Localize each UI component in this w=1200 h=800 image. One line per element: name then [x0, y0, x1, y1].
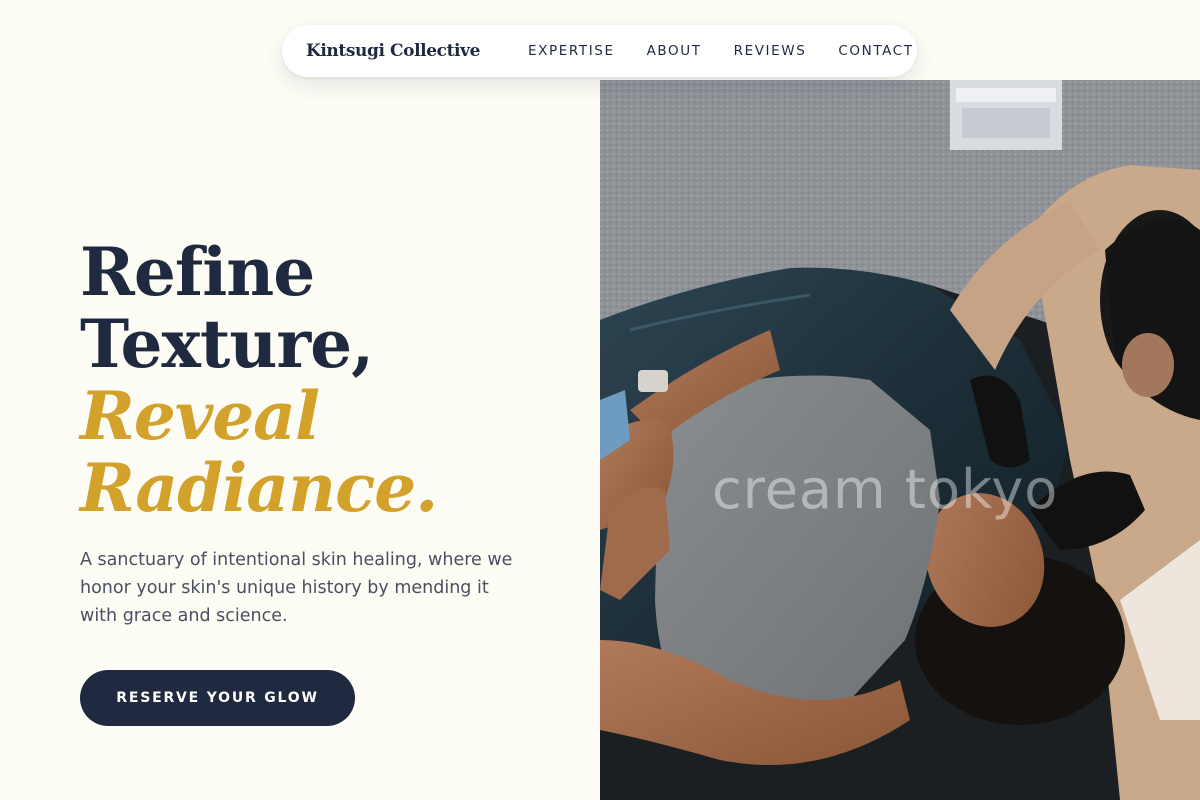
headline-line-2: Texture,	[80, 305, 374, 383]
nav-link-contact[interactable]: CONTACT	[838, 43, 913, 59]
hero-lead-text: A sanctuary of intentional skin healing,…	[80, 550, 513, 626]
top-nav: Kintsugi Collective EXPERTISE ABOUT REVI…	[282, 25, 917, 77]
headline-accent-line-2: Radiance.	[80, 449, 438, 527]
nav-link-reviews[interactable]: REVIEWS	[734, 43, 807, 59]
hero-photo: cream tokyo	[600, 80, 1200, 800]
photo-watermark: cream tokyo	[712, 458, 1059, 521]
nav-link-expertise[interactable]: EXPERTISE	[528, 43, 615, 59]
headline-accent-line-1: Reveal	[80, 377, 320, 455]
hero-photo-illustration	[600, 80, 1200, 800]
brand-logo[interactable]: Kintsugi Collective	[306, 41, 480, 61]
nav-link-about[interactable]: ABOUT	[647, 43, 702, 59]
pedestal	[950, 80, 1062, 150]
hero-headline: Refine Texture, Reveal Radiance.	[80, 233, 438, 527]
nav-links: EXPERTISE ABOUT REVIEWS CONTACT	[528, 43, 914, 59]
reserve-button[interactable]: RESERVE YOUR GLOW	[80, 670, 355, 726]
headline-line-1: Refine	[80, 233, 315, 311]
